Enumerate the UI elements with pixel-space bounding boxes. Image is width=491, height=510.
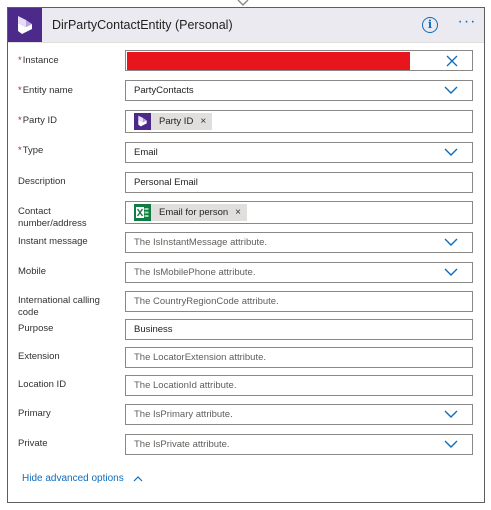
location-id-input[interactable]: The LocationId attribute. [125,375,473,396]
chevron-down-icon[interactable] [444,268,458,277]
contact-label-line1: Contact [18,206,51,217]
party-id-token-label: Party ID [159,116,194,127]
entity-name-dropdown[interactable]: PartyContacts [125,80,473,101]
purpose-input[interactable]: Business [125,319,473,340]
private-placeholder: The IsPrivate attribute. [134,439,230,450]
purpose-label: Purpose [18,323,54,334]
private-dropdown[interactable]: The IsPrivate attribute. [125,434,473,455]
remove-token-icon[interactable]: × [200,116,206,127]
instant-message-placeholder: The IsInstantMessage attribute. [134,237,268,248]
card-title: DirPartyContactEntity (Personal) [52,18,233,32]
extension-label: Extension [18,351,60,362]
entity-name-label: *Entity name [18,85,123,97]
description-label: Description [18,176,66,187]
private-label: Private [18,438,48,449]
primary-label: Primary [18,408,51,419]
chevron-down-icon[interactable] [444,440,458,449]
mobile-label: Mobile [18,266,46,277]
redacted-value [127,52,410,70]
chevron-down-icon[interactable] [444,238,458,247]
chevron-up-icon [133,476,142,482]
mobile-placeholder: The IsMobilePhone attribute. [134,267,256,278]
type-dropdown[interactable]: Email [125,142,473,163]
remove-token-icon[interactable]: × [235,207,241,218]
primary-dropdown[interactable]: The IsPrimary attribute. [125,404,473,425]
required-marker: * [18,145,22,156]
instant-message-dropdown[interactable]: The IsInstantMessage attribute. [125,232,473,253]
dynamics-app-icon [134,113,151,130]
entity-name-value: PartyContacts [134,85,194,96]
description-input[interactable]: Personal Email [125,172,473,193]
instant-message-label: Instant message [18,236,88,247]
card-header[interactable]: DirPartyContactEntity (Personal) i ··· [8,8,484,43]
required-marker: * [18,85,22,96]
intl-code-placeholder: The CountryRegionCode attribute. [134,296,279,307]
type-value: Email [134,147,158,158]
purpose-value: Business [134,324,173,335]
party-id-label: *Party ID [18,115,123,127]
party-id-field[interactable]: Party ID × [125,110,473,133]
type-label: *Type [18,145,123,157]
intl-code-label: International calling code [18,295,123,318]
extension-placeholder: The LocatorExtension attribute. [134,352,267,363]
info-icon[interactable]: i [422,17,438,33]
contact-label-line2: number/address [18,217,87,229]
location-id-placeholder: The LocationId attribute. [134,380,237,391]
instance-label-text: Instance [22,55,59,66]
hide-advanced-options-label: Hide advanced options [22,473,124,484]
excel-icon [134,204,151,221]
description-value: Personal Email [134,177,198,188]
party-id-label-text: Party ID [22,115,58,126]
intl-code-input[interactable]: The CountryRegionCode attribute. [125,291,473,312]
instance-field[interactable] [125,50,473,71]
location-id-label: Location ID [18,379,67,390]
clear-icon[interactable] [446,55,458,67]
mobile-dropdown[interactable]: The IsMobilePhone attribute. [125,262,473,283]
party-id-token[interactable]: Party ID × [134,113,213,130]
chevron-down-icon[interactable] [444,86,458,95]
hide-advanced-options-link[interactable]: Hide advanced options [22,473,143,484]
type-label-text: Type [22,145,44,156]
more-options-icon[interactable]: ··· [456,14,478,32]
chevron-down-icon[interactable] [444,148,458,157]
primary-placeholder: The IsPrimary attribute. [134,409,233,420]
action-card: DirPartyContactEntity (Personal) i ··· *… [7,7,485,503]
required-marker: * [18,115,22,126]
email-for-person-token[interactable]: Email for person × [134,204,248,221]
intl-code-label-line2: code [18,306,39,318]
contact-field[interactable]: Email for person × [125,201,473,224]
entity-name-label-text: Entity name [22,85,73,96]
required-marker: * [18,55,22,66]
instance-label: *Instance [18,55,123,67]
extension-input[interactable]: The LocatorExtension attribute. [125,347,473,368]
email-for-person-token-label: Email for person [159,207,229,218]
chevron-down-icon[interactable] [444,410,458,419]
contact-label: Contact number/address [18,206,123,229]
dynamics-app-icon [8,8,42,42]
intl-code-label-line1: International calling [18,295,100,306]
